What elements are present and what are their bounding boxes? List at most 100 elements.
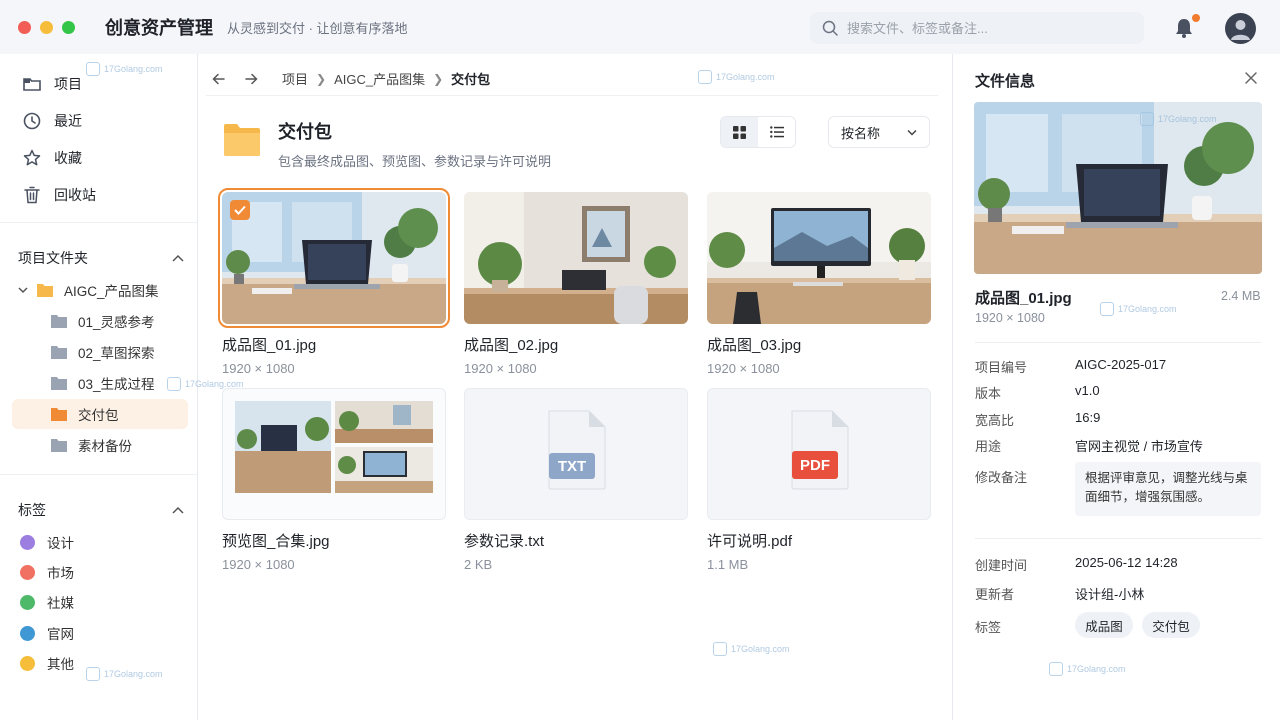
folder-item-inspiration[interactable]: 01_灵感参考 <box>50 307 155 335</box>
folder-item-sketch[interactable]: 02_草图探索 <box>50 338 155 366</box>
sort-dropdown[interactable]: 按名称 <box>828 116 930 148</box>
file-thumbnail[interactable] <box>464 192 688 324</box>
tag-item-design[interactable]: 设计 <box>20 530 74 554</box>
tag-color-dot <box>20 655 35 671</box>
file-card[interactable]: 预览图_合集.jpg 1920 × 1080 <box>222 388 446 572</box>
panel-divider <box>975 538 1261 539</box>
tag-item-social[interactable]: 社媒 <box>20 590 74 614</box>
tag-color-dot <box>20 625 35 641</box>
sidebar-item-recent[interactable]: 最近 <box>12 105 188 137</box>
folder-label: 03_生成过程 <box>78 377 155 392</box>
folder-item-backup[interactable]: 素材备份 <box>50 431 132 459</box>
minimize-window-button[interactable] <box>40 20 53 34</box>
maximize-window-button[interactable] <box>62 20 75 34</box>
file-meta: 1920 × 1080 <box>707 361 780 376</box>
watermark: 17Golang.com <box>1140 112 1217 126</box>
window-controls <box>18 20 75 34</box>
search-bar[interactable] <box>810 12 1144 44</box>
file-card[interactable]: 成品图_01.jpg 1920 × 1080 <box>218 188 450 376</box>
main-content: 项目 ❯ AIGC_产品图集 ❯ 交付包 交付包 包含最终成品图、预览图、参数记… <box>198 54 952 720</box>
updater-value: 设计组-小林 <box>1075 587 1145 602</box>
sidebar-item-trash[interactable]: 回收站 <box>12 179 188 211</box>
file-meta: 2 KB <box>464 557 493 572</box>
tag-item-other[interactable]: 其他 <box>20 651 74 675</box>
breadcrumb-item[interactable]: 项目 <box>282 69 308 88</box>
notification-dot <box>1192 14 1200 22</box>
created-label: 创建时间 <box>975 558 1028 573</box>
clock-icon <box>22 111 42 131</box>
folder-label: 素材备份 <box>78 439 132 454</box>
file-info-panel: 文件信息 成品图_01.jpg 2.4 MB 1920 × 1080 项目编号 … <box>952 54 1280 720</box>
updater-label: 更新者 <box>975 587 1015 602</box>
note-text[interactable]: 根据评审意见，调整光线与桌面细节，增强氛围感。 <box>1075 462 1261 516</box>
selected-check[interactable] <box>230 200 250 220</box>
file-name: 成品图_01.jpg <box>222 337 317 354</box>
breadcrumb: 项目 ❯ AIGC_产品图集 ❯ 交付包 <box>282 69 490 88</box>
desk-photo-image <box>974 102 1262 274</box>
list-icon <box>769 126 784 138</box>
tag-item-website[interactable]: 官网 <box>20 621 74 645</box>
search-input[interactable] <box>847 20 1127 36</box>
txt-badge: TXT <box>557 457 587 475</box>
file-thumbnail[interactable] <box>218 188 450 328</box>
tag-label: 其他 <box>47 657 74 672</box>
folders-section-header[interactable]: 项目文件夹 <box>18 248 184 268</box>
watermark-logo-icon <box>86 62 100 76</box>
tag-chip[interactable]: 成品图 <box>1075 612 1133 638</box>
file-name: 参数记录.txt <box>464 533 545 550</box>
back-button[interactable] <box>206 66 232 92</box>
tag-label: 社媒 <box>47 596 74 611</box>
preview-collage-image <box>235 401 433 493</box>
sidebar-item-label: 回收站 <box>54 187 96 203</box>
watermark-logo-icon <box>1049 662 1063 676</box>
watermark: 17Golang.com <box>698 70 775 84</box>
panel-file-name: 成品图_01.jpg <box>975 290 1072 307</box>
watermark: 17Golang.com <box>1100 302 1177 316</box>
chevron-up-icon[interactable] <box>172 254 184 262</box>
folder-item-aigc[interactable]: AIGC_产品图集 <box>18 276 159 304</box>
forward-button[interactable] <box>238 66 264 92</box>
file-meta: 1920 × 1080 <box>464 361 537 376</box>
watermark: 17Golang.com <box>86 667 163 681</box>
bell-icon[interactable] <box>1173 17 1195 39</box>
app-subtitle: 从灵感到交付 · 让创意有序落地 <box>227 20 408 36</box>
file-card[interactable]: TXT 参数记录.txt 2 KB <box>464 388 688 572</box>
folder-item-process[interactable]: 03_生成过程 <box>50 369 155 397</box>
folder-icon <box>224 124 260 156</box>
nav-toolbar: 项目 ❯ AIGC_产品图集 ❯ 交付包 <box>206 62 938 96</box>
tag-chip[interactable]: 交付包 <box>1142 612 1200 638</box>
folder-item-delivery[interactable]: 交付包 <box>12 399 188 429</box>
watermark: 17Golang.com <box>713 642 790 656</box>
close-window-button[interactable] <box>18 20 31 34</box>
sidebar-item-favorites[interactable]: 收藏 <box>12 142 188 174</box>
chevron-down-icon <box>907 129 917 136</box>
desk-photo-image <box>222 192 446 324</box>
file-thumbnail[interactable] <box>222 388 446 520</box>
file-card[interactable]: 成品图_03.jpg 1920 × 1080 <box>707 192 931 376</box>
watermark-text: 17Golang.com <box>1067 664 1126 674</box>
close-icon[interactable] <box>1243 70 1259 86</box>
prop-label: 用途 <box>975 439 1002 454</box>
tags-section-header[interactable]: 标签 <box>18 500 184 520</box>
file-thumbnail[interactable]: TXT <box>464 388 688 520</box>
file-name: 许可说明.pdf <box>707 533 793 550</box>
file-thumbnail[interactable] <box>707 192 931 324</box>
file-thumbnail[interactable]: PDF <box>707 388 931 520</box>
arrow-left-icon <box>212 73 225 84</box>
avatar[interactable] <box>1225 13 1256 44</box>
watermark: 17Golang.com <box>1049 662 1126 676</box>
file-card[interactable]: 成品图_02.jpg 1920 × 1080 <box>464 192 688 376</box>
tag-item-market[interactable]: 市场 <box>20 560 74 584</box>
chevron-down-icon[interactable] <box>18 286 28 294</box>
chevron-up-icon[interactable] <box>172 506 184 514</box>
app-window: 创意资产管理 从灵感到交付 · 让创意有序落地 项目 最近 收藏 回收站 项目文… <box>0 0 1280 720</box>
folder-title: 交付包 <box>278 122 332 142</box>
list-view-button[interactable] <box>758 117 795 147</box>
breadcrumb-item[interactable]: AIGC_产品图集 <box>334 69 425 88</box>
folder-header: 交付包 包含最终成品图、预览图、参数记录与许可说明 <box>222 118 551 170</box>
watermark-logo-icon <box>1100 302 1114 316</box>
watermark: 17Golang.com <box>167 377 244 391</box>
chevron-right-icon: ❯ <box>316 71 327 86</box>
grid-view-button[interactable] <box>721 117 758 147</box>
file-card[interactable]: PDF 许可说明.pdf 1.1 MB <box>707 388 931 572</box>
